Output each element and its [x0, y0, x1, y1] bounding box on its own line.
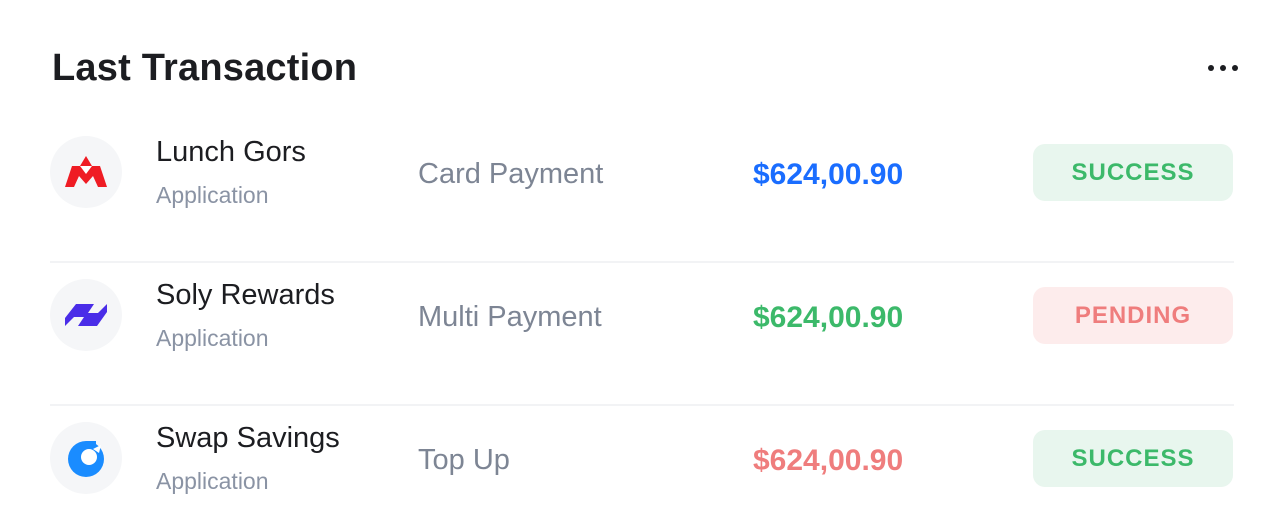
- transaction-category: Application: [156, 182, 269, 208]
- more-options-icon[interactable]: [1190, 53, 1238, 83]
- transaction-name: Soly Rewards: [156, 279, 335, 311]
- more-dot: [1208, 65, 1214, 71]
- transaction-type: Multi Payment: [418, 301, 602, 333]
- status-badge: PENDING: [1033, 287, 1233, 344]
- transaction-name: Lunch Gors: [156, 136, 306, 168]
- transaction-list: Lunch Gors Application Card Payment $624…: [50, 120, 1234, 524]
- transaction-category: Application: [156, 325, 269, 351]
- transaction-name: Swap Savings: [156, 422, 340, 454]
- card-title: Last Transaction: [52, 46, 358, 89]
- lunch-gors-logo-icon: [50, 136, 122, 208]
- transaction-type: Top Up: [418, 444, 510, 476]
- transaction-type: Card Payment: [418, 158, 604, 190]
- transaction-row[interactable]: Soly Rewards Application Multi Payment $…: [50, 263, 1234, 406]
- last-transaction-card: Last Transaction Lunch Gors Application …: [0, 0, 1284, 524]
- card-header: Last Transaction: [52, 40, 1238, 96]
- transaction-row[interactable]: Swap Savings Application Top Up $624,00.…: [50, 406, 1234, 524]
- status-badge: SUCCESS: [1033, 430, 1233, 487]
- more-dot: [1232, 65, 1238, 71]
- transaction-amount: $624,00.90: [753, 444, 904, 477]
- status-badge: SUCCESS: [1033, 144, 1233, 201]
- more-dot: [1220, 65, 1226, 71]
- transaction-category: Application: [156, 468, 269, 494]
- transaction-amount: $624,00.90: [753, 158, 904, 191]
- soly-rewards-logo-icon: [50, 279, 122, 351]
- transaction-row[interactable]: Lunch Gors Application Card Payment $624…: [50, 120, 1234, 263]
- swap-savings-logo-icon: [50, 422, 122, 494]
- transaction-amount: $624,00.90: [753, 301, 904, 334]
